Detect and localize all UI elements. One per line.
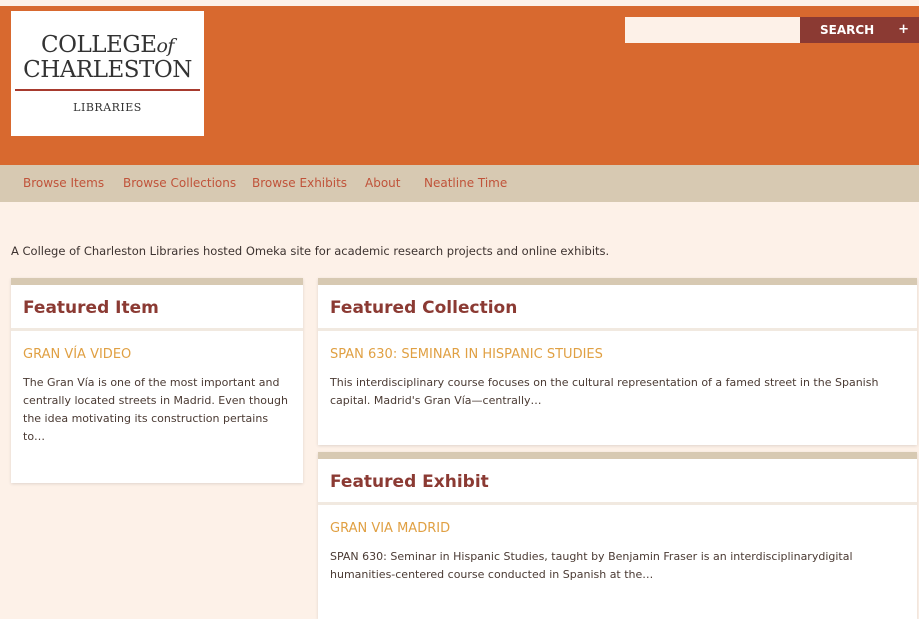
nav-browse-items[interactable]: Browse Items bbox=[23, 176, 104, 190]
header-top-strip bbox=[0, 0, 919, 6]
site-logo[interactable]: COLLEGEof CHARLESTON LIBRARIES bbox=[11, 11, 204, 136]
featured-item-title-link[interactable]: GRAN VÍA VIDEO bbox=[23, 347, 291, 362]
site-header: COLLEGEof CHARLESTON LIBRARIES SEARCH + bbox=[0, 0, 919, 165]
nav-about[interactable]: About bbox=[365, 176, 400, 190]
logo-subtitle: LIBRARIES bbox=[73, 101, 142, 114]
featured-item-heading: Featured Item bbox=[11, 285, 303, 331]
nav-neatline-time[interactable]: Neatline Time bbox=[424, 176, 507, 190]
search-options-plus-icon[interactable]: + bbox=[898, 22, 909, 37]
logo-line-college: COLLEGEof bbox=[11, 33, 204, 58]
search-button-label: SEARCH bbox=[820, 23, 875, 37]
nav-browse-exhibits[interactable]: Browse Exhibits bbox=[252, 176, 347, 190]
featured-exhibit-title-link[interactable]: GRAN VIA MADRID bbox=[330, 521, 905, 536]
featured-collection-card: Featured Collection SPAN 630: SEMINAR IN… bbox=[318, 278, 917, 445]
search-button[interactable]: SEARCH + bbox=[800, 17, 919, 43]
featured-collection-description: This interdisciplinary course focuses on… bbox=[330, 376, 879, 407]
featured-exhibit-heading: Featured Exhibit bbox=[318, 459, 917, 505]
featured-item-description: The Gran Vía is one of the most importan… bbox=[23, 376, 288, 443]
logo-of-text: of bbox=[156, 35, 174, 57]
logo-line-charleston: CHARLESTON bbox=[23, 57, 192, 83]
main-navigation: Browse Items Browse Collections Browse E… bbox=[0, 165, 919, 202]
featured-collection-title-link[interactable]: SPAN 630: SEMINAR IN HISPANIC STUDIES bbox=[330, 347, 905, 362]
logo-divider bbox=[15, 89, 200, 91]
featured-item-card: Featured Item GRAN VÍA VIDEO The Gran Ví… bbox=[11, 278, 303, 483]
site-description: A College of Charleston Libraries hosted… bbox=[11, 244, 610, 258]
logo-college-text: COLLEGE bbox=[41, 32, 157, 58]
featured-exhibit-description: SPAN 630: Seminar in Hispanic Studies, t… bbox=[330, 550, 853, 581]
search-input[interactable] bbox=[625, 17, 800, 43]
featured-collection-heading: Featured Collection bbox=[318, 285, 917, 331]
featured-exhibit-card: Featured Exhibit GRAN VIA MADRID SPAN 63… bbox=[318, 452, 917, 619]
nav-browse-collections[interactable]: Browse Collections bbox=[123, 176, 236, 190]
